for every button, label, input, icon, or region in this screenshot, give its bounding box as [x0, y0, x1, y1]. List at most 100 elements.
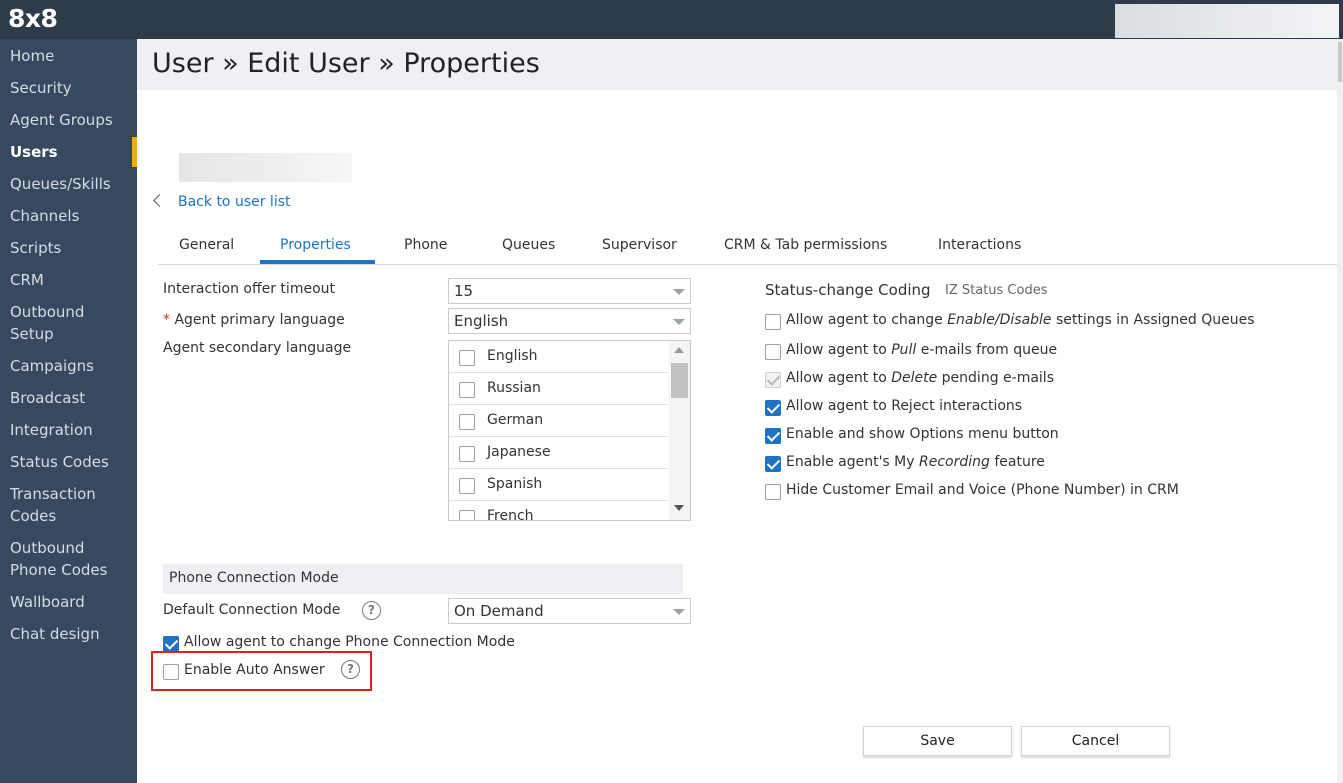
chevron-down-icon	[673, 609, 685, 615]
page-scrollbar[interactable]	[1337, 39, 1343, 783]
language-label: Japanese	[487, 444, 551, 460]
sidebar-item-outbound-phone-codes-line2[interactable]: Phone Codes	[0, 559, 137, 581]
sidebar-item-queues-skills[interactable]: Queues/Skills	[0, 173, 137, 195]
sidebar-item-scripts[interactable]: Scripts	[0, 237, 137, 259]
scroll-down-arrow-icon[interactable]	[674, 505, 684, 511]
permission-checkbox[interactable]	[765, 484, 781, 500]
permission-checkbox[interactable]	[765, 456, 781, 472]
offer-timeout-select[interactable]: 15	[448, 278, 691, 304]
permission-label: e-mails from queue	[916, 342, 1058, 358]
tab-interactions[interactable]: Interactions	[938, 237, 1021, 253]
user-menu-redacted[interactable]	[1115, 4, 1339, 38]
primary-language-select[interactable]: English	[448, 308, 691, 334]
language-checkbox[interactable]	[459, 414, 475, 430]
cancel-button[interactable]: Cancel	[1021, 726, 1170, 756]
sidebar-item-campaigns[interactable]: Campaigns	[0, 355, 137, 377]
sidebar-item-outbound-setup-line2[interactable]: Setup	[0, 323, 137, 345]
permission-checkbox[interactable]	[765, 400, 781, 416]
sidebar-item-agent-groups[interactable]: Agent Groups	[0, 109, 137, 131]
list-item[interactable]: French	[449, 501, 668, 520]
sidebar: Home Security Agent Groups Users Queues/…	[0, 39, 137, 783]
chevron-down-icon	[673, 319, 685, 325]
back-link-label: Back to user list	[178, 194, 291, 210]
tab-properties[interactable]: Properties	[280, 237, 351, 253]
sidebar-item-channels[interactable]: Channels	[0, 205, 137, 227]
sidebar-item-outbound-setup[interactable]: Outbound	[0, 301, 137, 323]
language-checkbox[interactable]	[459, 478, 475, 494]
page-header: User » Edit User » Properties	[137, 39, 1343, 90]
app-logo: 8x8	[8, 4, 58, 33]
sidebar-item-outbound-phone-codes[interactable]: Outbound	[0, 537, 137, 559]
allow-change-connection-mode-label: Allow agent to change Phone Connection M…	[184, 634, 515, 650]
list-item[interactable]: German	[449, 405, 668, 437]
permission-label: Hide Customer Email and Voice (Phone Num…	[786, 482, 1179, 498]
default-connection-mode-value: On Demand	[454, 602, 544, 620]
sidebar-item-status-codes[interactable]: Status Codes	[0, 451, 137, 473]
list-item[interactable]: Japanese	[449, 437, 668, 469]
sidebar-item-users[interactable]: Users	[0, 137, 137, 167]
permission-label-emphasis: Recording	[919, 454, 990, 470]
save-button[interactable]: Save	[863, 726, 1012, 756]
chevron-left-icon	[153, 194, 166, 207]
sidebar-item-home[interactable]: Home	[0, 45, 137, 67]
sidebar-item-wallboard[interactable]: Wallboard	[0, 591, 137, 613]
phone-connection-section-header: Phone Connection Mode	[163, 564, 683, 594]
sidebar-item-integration[interactable]: Integration	[0, 419, 137, 441]
page-scrollbar-thumb[interactable]	[1338, 42, 1342, 82]
permission-checkbox[interactable]	[765, 344, 781, 360]
permission-label: settings in Assigned Queues	[1051, 312, 1255, 328]
tab-general[interactable]: General	[179, 237, 234, 253]
sidebar-item-broadcast[interactable]: Broadcast	[0, 387, 137, 409]
sidebar-item-crm[interactable]: CRM	[0, 269, 137, 291]
list-scrollbar-thumb[interactable]	[671, 363, 688, 398]
sidebar-item-transaction-codes-line2[interactable]: Codes	[0, 505, 137, 527]
permission-label: Enable and show Options menu button	[786, 426, 1059, 442]
tab-queues[interactable]: Queues	[502, 237, 555, 253]
permission-label-emphasis: Pull	[891, 342, 917, 358]
offer-timeout-label: Interaction offer timeout	[163, 281, 335, 297]
back-to-user-list-link[interactable]: Back to user list	[153, 194, 291, 210]
permission-checkbox[interactable]	[765, 428, 781, 444]
tab-phone[interactable]: Phone	[404, 237, 447, 253]
default-connection-mode-label: Default Connection Mode	[163, 602, 341, 618]
page-title: User » Edit User » Properties	[152, 48, 540, 79]
allow-change-connection-mode-checkbox[interactable]	[163, 636, 179, 652]
primary-language-value: English	[454, 312, 509, 330]
permission-label: Enable agent's My	[786, 454, 919, 470]
permission-label: feature	[989, 454, 1045, 470]
list-item[interactable]: English	[449, 341, 668, 373]
language-label: English	[487, 348, 538, 364]
sidebar-item-chat-design[interactable]: Chat design	[0, 623, 137, 645]
permission-label: pending e-mails	[937, 370, 1054, 386]
language-checkbox[interactable]	[459, 510, 475, 520]
tab-crm-tab-permissions[interactable]: CRM & Tab permissions	[724, 237, 887, 253]
language-checkbox[interactable]	[459, 446, 475, 462]
permission-label-emphasis: Enable/Disable	[947, 312, 1052, 328]
active-tab-indicator	[260, 260, 375, 264]
help-icon[interactable]: ?	[362, 601, 381, 620]
permission-label-emphasis: Delete	[891, 370, 938, 386]
permission-label: Allow agent to	[786, 342, 892, 358]
chevron-down-icon	[673, 289, 685, 295]
primary-language-label-text: Agent primary language	[174, 312, 345, 328]
status-coding-label: Status-change Coding	[765, 281, 931, 299]
sidebar-item-transaction-codes[interactable]: Transaction	[0, 483, 137, 505]
scroll-up-arrow-icon[interactable]	[674, 347, 684, 353]
top-bar: 8x8	[0, 0, 1343, 39]
secondary-language-list: English Russian German Japanese Spanish …	[448, 340, 691, 521]
sidebar-item-security[interactable]: Security	[0, 77, 137, 99]
default-connection-mode-select[interactable]: On Demand	[448, 598, 691, 624]
language-label: Spanish	[487, 476, 543, 492]
primary-language-label: * Agent primary language	[163, 312, 345, 328]
secondary-language-label: Agent secondary language	[163, 340, 352, 356]
permission-label: Allow agent to Reject interactions	[786, 398, 1023, 414]
tab-supervisor[interactable]: Supervisor	[602, 237, 677, 253]
permission-checkbox[interactable]	[765, 314, 781, 330]
language-checkbox[interactable]	[459, 350, 475, 366]
permission-checkbox[interactable]	[765, 372, 781, 388]
tab-bar: General Properties Phone Queues Supervis…	[158, 232, 1337, 265]
language-checkbox[interactable]	[459, 382, 475, 398]
required-marker: *	[163, 312, 170, 328]
list-item[interactable]: Spanish	[449, 469, 668, 501]
list-item[interactable]: Russian	[449, 373, 668, 405]
